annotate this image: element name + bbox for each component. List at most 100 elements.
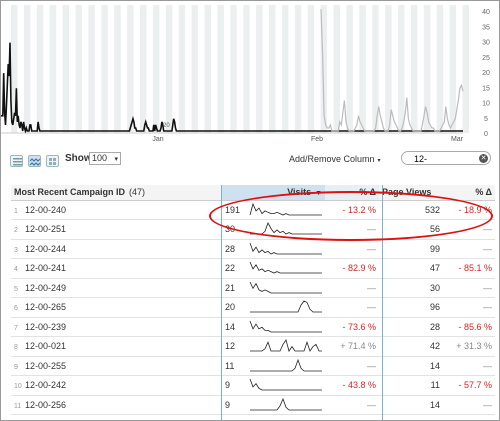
campaign-id: 12-00-241	[25, 263, 67, 274]
pageviews-cell: 99	[379, 239, 444, 259]
row-index: 1	[14, 207, 18, 215]
campaign-id-cell: 6 12-00-265	[11, 297, 221, 318]
visits-sparkline	[249, 379, 322, 391]
pageviews-header[interactable]: Page Views	[379, 185, 444, 201]
table-row[interactable]: 4 12-00-241 22 - 82.9 % 47- 85.1 %	[11, 258, 496, 279]
y-tick-label: 30	[482, 40, 490, 47]
visits-sparkline	[250, 300, 322, 313]
campaign-id-cell: 10 12-00-242	[11, 375, 221, 396]
pageviews-change-cell: —	[443, 395, 496, 415]
row-index: 2	[14, 227, 18, 235]
visits-sparkline-cell	[247, 239, 326, 259]
visits-sparkline	[250, 339, 322, 353]
pageviews-pct-header[interactable]: % Δ	[443, 185, 496, 201]
campaign-id: 12-00-255	[25, 360, 67, 371]
x-tick-label: Mar	[451, 136, 464, 143]
trend-view-icon[interactable]	[28, 155, 41, 167]
visits-sparkline-cell	[247, 258, 326, 279]
grid-view-icon[interactable]	[46, 155, 59, 167]
row-index: 4	[14, 266, 18, 274]
visits-sparkline-cell	[247, 297, 326, 318]
row-count: (47)	[129, 187, 146, 198]
weekend-band	[152, 5, 160, 133]
chevron-down-icon: ▾	[114, 156, 118, 163]
visits-sparkline	[250, 397, 322, 411]
table-row[interactable]: 11 12-00-256 9—14—	[11, 395, 496, 415]
weekend-band	[75, 5, 82, 133]
weekend-band	[204, 5, 211, 133]
table-row[interactable]: 5 12-00-249 21 —30—	[11, 278, 496, 298]
pageviews-change-cell: - 85.6 %	[443, 317, 496, 337]
table-row[interactable]: 8 12-00-021 12 + 71.4 % 42 + 31.3 %	[11, 336, 496, 357]
add-remove-column-label: Add/Remove Column	[289, 154, 375, 164]
visits-change-cell: —	[325, 278, 380, 298]
campaign-id-cell: 5 12-00-249	[11, 278, 221, 298]
row-index: 11	[14, 402, 22, 410]
table-row[interactable]: 10 12-00-242 9- 43.8 % 11- 57.7 %	[11, 375, 496, 396]
row-index: 8	[14, 344, 18, 352]
campaign-id-cell: 7 12-00-239	[11, 317, 221, 337]
visits-change-cell: —	[325, 239, 380, 259]
visits-sparkline-cell	[247, 395, 326, 415]
weekend-band	[49, 5, 57, 133]
pageviews-change-cell: - 18.9 %	[443, 200, 496, 220]
row-index: 3	[14, 246, 18, 254]
visits-header-label: Visits	[287, 187, 312, 198]
add-remove-column-button[interactable]: Add/Remove Column ▾	[289, 154, 381, 164]
visits-cell: 11	[221, 356, 247, 376]
weekend-band	[449, 5, 457, 133]
weekend-band	[243, 5, 250, 133]
rows-per-page-select[interactable]: 100 ▾	[89, 152, 121, 165]
pageviews-cell: 30	[379, 278, 444, 298]
y-tick-label: 35	[482, 24, 490, 31]
visits-sparkline	[250, 358, 322, 372]
campaign-id: 12-00-240	[25, 204, 67, 215]
y-tick-label: 15	[482, 85, 490, 92]
weekend-band	[230, 5, 237, 133]
weekend-band	[101, 5, 108, 133]
weekend-band	[36, 5, 44, 133]
pageviews-cell: 96	[379, 297, 444, 318]
table-row[interactable]: 3 12-00-244 28 —99—	[11, 239, 496, 259]
visits-pct-header[interactable]: % Δ	[325, 185, 380, 201]
visits-cell: 9	[221, 375, 247, 396]
table-row[interactable]: 9 12-00-255 11 —14—	[11, 356, 496, 376]
report-window: 0 5 10 15 20 25 30 35 40 Jan Feb Mar 20 Show 100 ▾ A…	[0, 0, 500, 421]
campaign-id-header[interactable]: Most Recent Campaign ID (47)	[11, 185, 221, 201]
campaign-id-cell: 11 12-00-256	[11, 395, 221, 415]
table-row[interactable]: 2 12-00-251 30 —56—	[11, 219, 496, 240]
visits-header[interactable]: Visits ▼	[221, 185, 326, 201]
campaign-id: 12-00-239	[25, 321, 67, 332]
table-row[interactable]: 7 12-00-239 14 - 73.6 % 28- 85.6 %	[11, 317, 496, 337]
table-row[interactable]: 6 12-00-265 20 —96—	[11, 297, 496, 318]
pageviews-change-cell: —	[443, 219, 496, 240]
y-tick-label: 20	[482, 70, 490, 77]
pageviews-change-cell: —	[443, 297, 496, 318]
campaign-id: 12-00-249	[25, 282, 67, 293]
campaign-id-cell: 8 12-00-021	[11, 336, 221, 357]
visits-sparkline	[250, 222, 322, 235]
visits-sparkline-cell	[247, 278, 326, 298]
y-tick-label: 5	[484, 116, 488, 123]
sparkline-path	[250, 358, 322, 372]
visits-sparkline-cell	[247, 219, 326, 240]
visits-sparkline	[249, 242, 322, 255]
table-row[interactable]: 1 12-00-240 191 - 13.2 % 532- 18.9 %	[11, 200, 496, 220]
weekend-band	[281, 5, 289, 133]
pageviews-change-cell: —	[443, 239, 496, 259]
visits-sparkline-cell	[247, 375, 326, 396]
campaign-id-header-label: Most Recent Campaign ID	[14, 187, 126, 198]
visits-change-cell: - 82.9 %	[325, 258, 380, 279]
clear-search-icon[interactable]: ✕	[479, 154, 488, 163]
table-header-row: Most Recent Campaign ID (47) Visits ▼ % Δ …	[11, 185, 496, 201]
weekend-band	[140, 5, 147, 133]
visits-cell: 9	[221, 395, 247, 415]
sparkline-path	[250, 339, 322, 353]
visits-cell: 191	[221, 200, 247, 220]
weekend-band	[269, 5, 276, 133]
data-view-icon[interactable]	[10, 155, 23, 167]
visits-change-cell: —	[325, 395, 380, 415]
visits-sparkline	[249, 202, 322, 216]
filter-input[interactable]	[414, 153, 474, 164]
visits-sparkline	[249, 281, 322, 294]
